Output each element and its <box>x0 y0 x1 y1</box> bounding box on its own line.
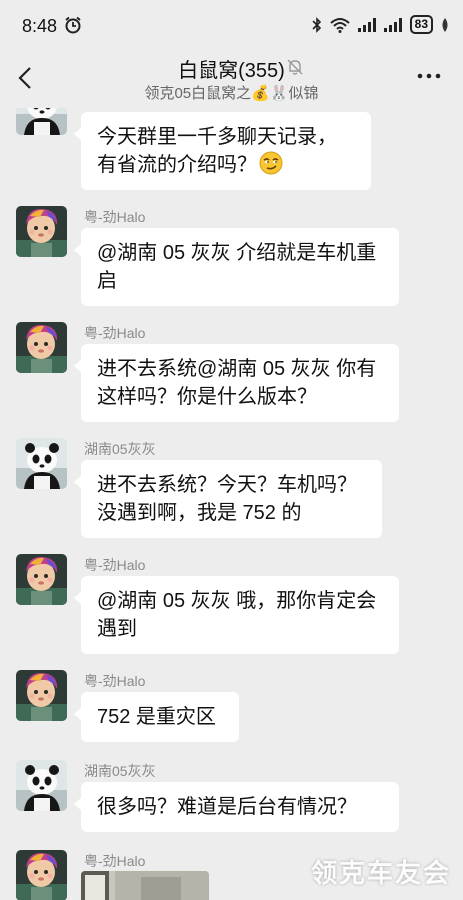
avatar-boy[interactable] <box>16 554 67 605</box>
message-bubble[interactable]: @湖南 05 灰灰 介绍就是车机重启 <box>74 228 399 306</box>
watermark-text: 领克车友会 <box>310 858 451 888</box>
message-text: 752 是重灾区 <box>97 706 216 728</box>
message-bubble[interactable]: 进不去系统？今天？车机吗？没遇到啊，我是 752 的 <box>74 460 382 538</box>
avatar-boy[interactable] <box>16 322 67 373</box>
avatar-boy[interactable] <box>16 850 67 900</box>
leaf-icon <box>442 17 448 32</box>
message-text: 进不去系统？今天？车机吗？没遇到啊，我是 752 的 <box>97 474 357 524</box>
sender-name: 粤-劲Halo <box>84 209 146 225</box>
avatar-panda[interactable] <box>16 438 67 489</box>
message-bubble[interactable]: @湖南 05 灰灰 哦，那你肯定会遇到 <box>74 576 399 654</box>
sender-name: 粤-劲Halo <box>84 853 146 869</box>
signal-icon <box>357 17 376 32</box>
smirk-emoji-icon <box>259 151 283 175</box>
avatar-boy[interactable] <box>16 670 67 721</box>
message-bubble[interactable]: 752 是重灾区 <box>74 692 239 742</box>
message-text: 今天群里一千多聊天记录，有省流的介绍吗？ <box>97 126 337 176</box>
status-bar: 8:48 83 <box>0 0 463 52</box>
photo-thumbnail <box>81 871 209 900</box>
sender-name: 湖南05灰灰 <box>84 763 156 779</box>
chat-subtitle: 领克05白鼠窝之💰🐰似锦 <box>144 85 319 102</box>
message-bubble[interactable]: 进不去系统@湖南 05 灰灰 你有这样吗？你是什么版本？ <box>74 344 399 422</box>
status-time: 8:48 <box>22 16 58 36</box>
alarm-icon <box>65 16 81 34</box>
sender-name: 湖南05灰灰 <box>84 441 156 457</box>
bluetooth-icon <box>312 16 321 33</box>
signal-icon <box>383 17 402 32</box>
message-bubble[interactable]: 很多吗？难道是后台有情况？ <box>74 782 399 832</box>
message-text: 进不去系统@湖南 05 灰灰 你有这样吗？你是什么版本？ <box>97 358 377 408</box>
message-text: @湖南 05 灰灰 哦，那你肯定会遇到 <box>97 590 377 640</box>
avatar-panda[interactable] <box>16 760 67 811</box>
message-bubble[interactable]: 今天群里一千多聊天记录，有省流的介绍吗？ <box>74 112 371 190</box>
mute-bell-icon <box>287 59 303 75</box>
sender-name: 粤-劲Halo <box>84 673 146 689</box>
sender-name: 粤-劲Halo <box>84 325 146 341</box>
chat-header: 白鼠窝(355) 领克05白鼠窝之💰🐰似锦 <box>0 52 463 108</box>
chat-title: 白鼠窝(355) <box>178 60 285 82</box>
wifi-icon <box>329 17 350 33</box>
sender-name: 粤-劲Halo <box>84 557 146 573</box>
message-text: 很多吗？难道是后台有情况？ <box>97 796 357 818</box>
message-text: @湖南 05 灰灰 介绍就是车机重启 <box>97 242 377 292</box>
more-icon[interactable] <box>417 72 441 80</box>
avatar-boy[interactable] <box>16 206 67 257</box>
image-message[interactable] <box>81 871 209 900</box>
battery-icon: 83 <box>409 15 433 34</box>
